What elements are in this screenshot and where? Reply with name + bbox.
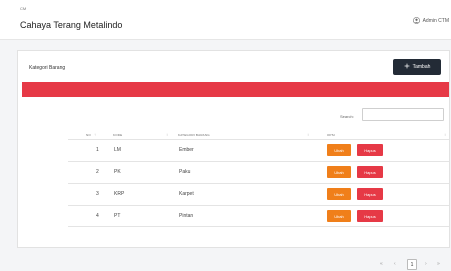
app-pre-title: CM (20, 6, 27, 11)
column-header-no[interactable]: NO (86, 133, 91, 137)
sort-icon[interactable]: ↑ (94, 132, 96, 137)
edit-button[interactable]: Ubah (327, 144, 351, 156)
last-page-button[interactable]: » (437, 261, 440, 267)
row-number: 1 (96, 147, 99, 153)
card-title: Kategori Barang (29, 65, 66, 71)
column-header-kategori[interactable]: KATEGORI BARANG (178, 133, 210, 137)
row-number: 3 (96, 191, 99, 197)
row-kode: PT (114, 213, 121, 219)
row-number: 4 (96, 213, 99, 219)
user-menu[interactable]: Admin CTM (412, 17, 449, 24)
column-header-kode[interactable]: KODE (113, 133, 122, 137)
plus-icon (404, 63, 410, 71)
delete-button[interactable]: Hapus (357, 144, 383, 156)
row-kategori: Ember (179, 147, 194, 153)
add-button-label: Tambah (412, 64, 431, 70)
delete-button[interactable]: Hapus (357, 166, 383, 178)
table-row: 1 LM Ember Ubah Hapus (68, 139, 449, 161)
row-kode: PK (114, 169, 121, 175)
row-kode: LM (114, 147, 121, 153)
sort-icon[interactable]: ↕ (166, 132, 168, 137)
row-kode: KRP (114, 191, 125, 197)
page-button-current[interactable]: 1 (407, 259, 417, 270)
user-circle-icon (412, 17, 420, 24)
user-name: Admin CTM (422, 17, 449, 24)
column-header-opsi[interactable]: OPSI (327, 133, 335, 137)
add-category-button[interactable]: Tambah (393, 59, 441, 75)
delete-button[interactable]: Hapus (357, 188, 383, 200)
next-page-button[interactable]: › (425, 261, 427, 267)
row-kategori: Paku (179, 169, 191, 175)
sort-icon[interactable]: ↕ (444, 132, 446, 137)
first-page-button[interactable]: « (380, 261, 383, 267)
table-row: 3 KRP Karpet Ubah Hapus (68, 183, 449, 205)
edit-button[interactable]: Ubah (327, 166, 351, 178)
prev-page-button[interactable]: ‹ (394, 261, 396, 267)
row-kategori: Pintan (179, 213, 194, 219)
alert-banner (22, 82, 449, 97)
pagination: « ‹ 1 › » (378, 259, 444, 271)
edit-button[interactable]: Ubah (327, 188, 351, 200)
edit-button[interactable]: Ubah (327, 210, 351, 222)
sort-icon[interactable]: ↕ (307, 132, 309, 137)
search-label: Search: (340, 114, 354, 119)
search-input[interactable] (362, 108, 444, 121)
app-title[interactable]: Cahaya Terang Metalindo (20, 20, 122, 31)
delete-button[interactable]: Hapus (357, 210, 383, 222)
row-kategori: Karpet (179, 191, 194, 197)
table-row: 2 PK Paku Ubah Hapus (68, 161, 449, 183)
table-row: 4 PT Pintan Ubah Hapus (68, 205, 449, 227)
category-card: Kategori Barang Tambah Search: NO ↑ KODE… (17, 50, 450, 270)
top-navbar: CM Cahaya Terang Metalindo Admin CTM (0, 0, 451, 40)
row-number: 2 (96, 169, 99, 175)
